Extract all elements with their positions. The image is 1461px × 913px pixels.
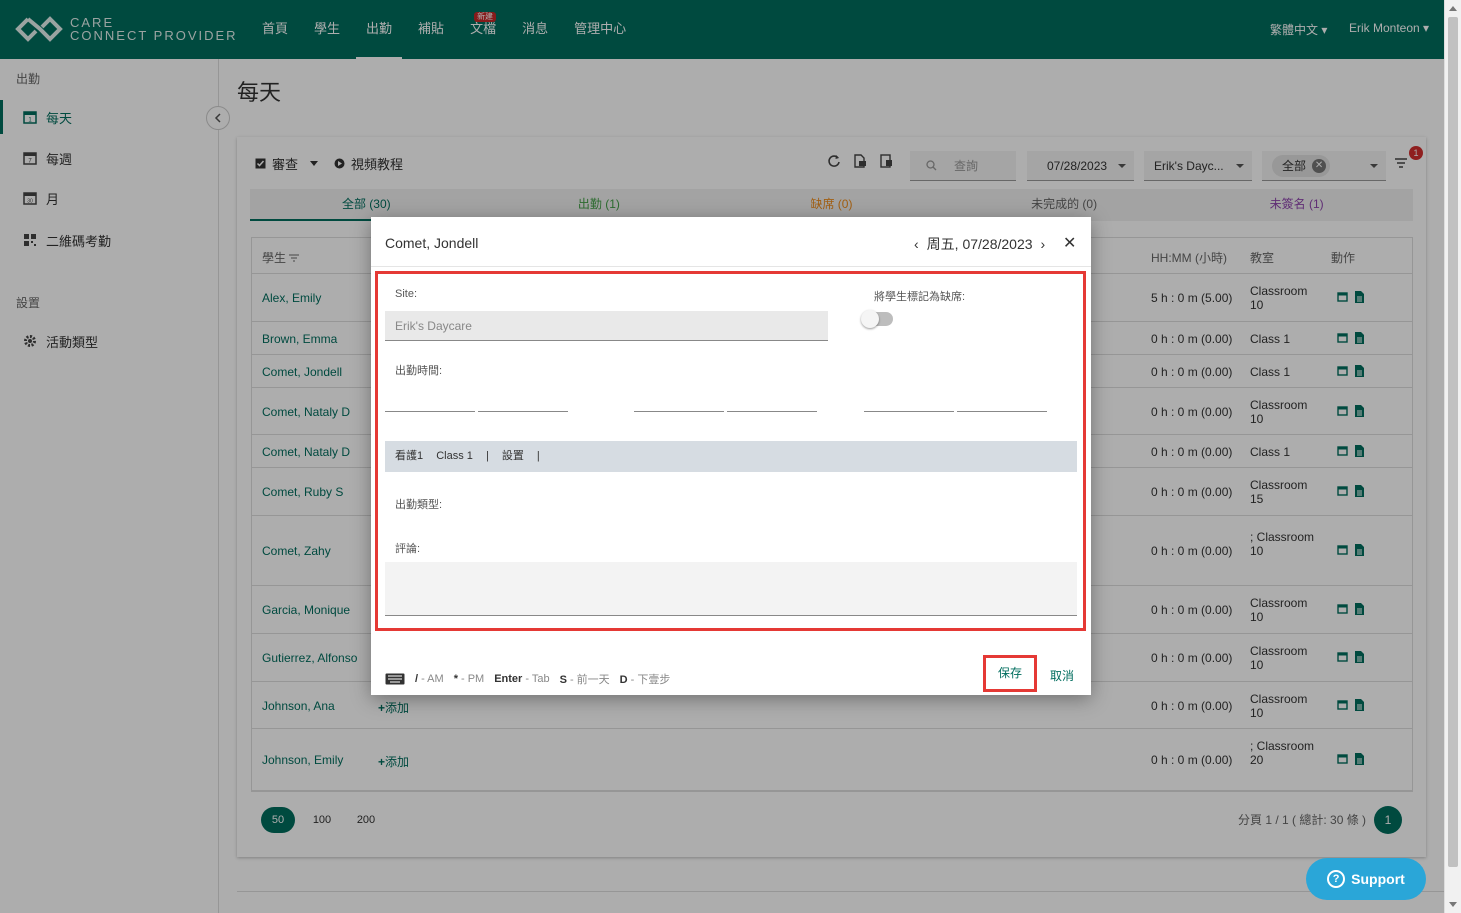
shortcut-prev-day: S- 前一天 — [559, 674, 610, 686]
support-button[interactable]: ? Support — [1306, 858, 1426, 900]
care-separator: | — [485, 450, 489, 462]
dialog-date-nav: ‹ 周五, 07/28/2023 › — [906, 234, 1053, 254]
care-separator: | — [536, 450, 540, 462]
site-field: Erik's Daycare — [385, 311, 828, 341]
save-button[interactable]: 保存 — [983, 655, 1037, 692]
attendance-edit-dialog: Comet, Jondell ‹ 周五, 07/28/2023 › ✕ Site… — [371, 217, 1091, 695]
shortcut-enter: Enter - Tab — [494, 673, 550, 685]
dialog-date: 周五, 07/28/2023 — [926, 236, 1033, 252]
page-scrollbar[interactable] — [1444, 0, 1461, 913]
care-info-bar: 看護1 Class 1 | 設置 | — [385, 441, 1077, 472]
dialog-header: Comet, Jondell ‹ 周五, 07/28/2023 › ✕ — [371, 217, 1091, 267]
care-settings-link[interactable]: 設置 — [502, 450, 524, 462]
time-out-hour-input[interactable] — [634, 382, 724, 412]
duration-hour-input[interactable] — [864, 382, 954, 412]
dialog-form: Site: Erik's Daycare 將學生標記為缺席: 出勤時間: 看護1… — [375, 271, 1086, 631]
time-in-hour-input[interactable] — [385, 382, 475, 412]
site-label: Site: — [395, 288, 418, 300]
time-out-minute-input[interactable] — [727, 382, 817, 412]
support-label: Support — [1351, 871, 1405, 887]
close-icon[interactable]: ✕ — [1063, 233, 1076, 253]
help-icon: ? — [1327, 870, 1346, 888]
next-day-chevron-icon[interactable]: › — [1041, 236, 1046, 252]
care-label: 看護1 — [395, 450, 424, 462]
care-class: Class 1 — [436, 450, 473, 462]
shortcut-am: / - AM — [415, 673, 444, 685]
comment-label: 評論: — [395, 543, 421, 555]
scroll-up-arrow[interactable] — [1449, 6, 1457, 11]
shortcut-pm: * - PM — [453, 673, 485, 685]
attendance-type-label: 出勤類型: — [395, 499, 443, 511]
attendance-time-label: 出勤時間: — [395, 365, 443, 377]
time-in-minute-input[interactable] — [478, 382, 568, 412]
duration-minute-input[interactable] — [957, 382, 1047, 412]
mark-absent-toggle[interactable] — [861, 310, 893, 328]
comment-textarea[interactable] — [385, 562, 1077, 616]
keyboard-shortcuts: / - AM * - PM Enter - Tab S- 前一天 D- 下壹步 — [385, 671, 680, 687]
mark-absent-label: 將學生標記為缺席: — [874, 291, 966, 303]
scroll-thumb[interactable] — [1448, 17, 1458, 867]
prev-day-chevron-icon[interactable]: ‹ — [914, 236, 919, 252]
dialog-student-name: Comet, Jondell — [385, 235, 479, 251]
cancel-button[interactable]: 取消 — [1050, 667, 1074, 684]
scroll-down-arrow[interactable] — [1449, 902, 1457, 907]
shortcut-next-step: D- 下壹步 — [619, 674, 671, 686]
toggle-knob[interactable] — [861, 310, 879, 328]
keyboard-icon — [385, 673, 405, 685]
